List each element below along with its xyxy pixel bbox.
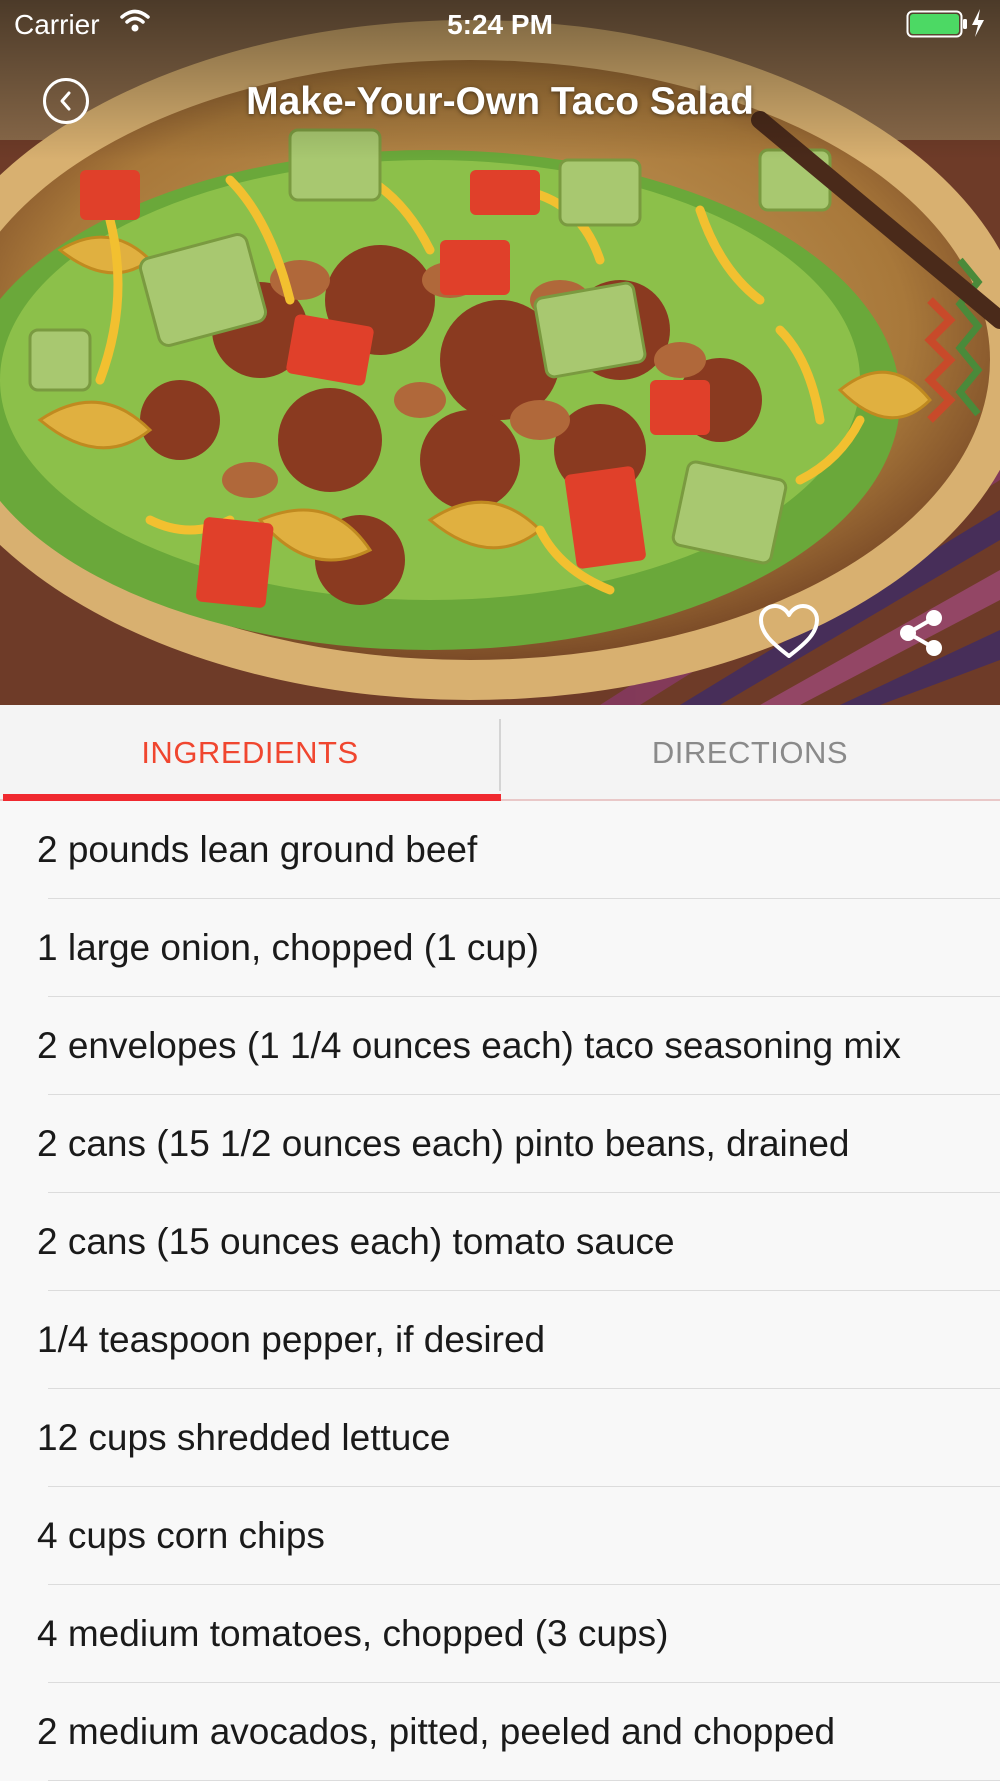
list-item: 2 pounds lean ground beef [0, 801, 1000, 899]
charging-bolt-icon [970, 8, 986, 45]
chevron-left-icon [60, 91, 71, 111]
list-item: 4 cups corn chips [0, 1487, 1000, 1585]
share-icon [900, 610, 942, 656]
heart-outline-icon [759, 604, 819, 658]
list-item: 4 medium tomatoes, chopped (3 cups) [0, 1585, 1000, 1683]
list-item: 1 large onion, chopped (1 cup) [0, 899, 1000, 997]
list-item: 2 envelopes (1 1/4 ounces each) taco sea… [0, 997, 1000, 1095]
tab-ingredients[interactable]: INGREDIENTS [0, 705, 500, 801]
list-item: 2 cans (15 ounces each) tomato sauce [0, 1193, 1000, 1291]
list-item: 2 cans (15 1/2 ounces each) pinto beans,… [0, 1095, 1000, 1193]
ingredient-list: 2 pounds lean ground beef 1 large onion,… [0, 801, 1000, 1781]
page-title: Make-Your-Own Taco Salad [246, 80, 754, 123]
status-time: 5:24 PM [447, 9, 553, 40]
list-item: 12 cups shredded lettuce [0, 1389, 1000, 1487]
recipe-tabs: INGREDIENTS DIRECTIONS [0, 705, 1000, 801]
tab-directions[interactable]: DIRECTIONS [500, 705, 1000, 801]
share-button[interactable] [896, 608, 946, 658]
status-bar: Carrier 5:24 PM [0, 0, 1000, 50]
favorite-button[interactable] [758, 603, 820, 661]
list-item: 1/4 teaspoon pepper, if desired [0, 1291, 1000, 1389]
selected-tab-indicator [3, 794, 501, 801]
back-button[interactable] [43, 78, 89, 124]
list-item: 2 medium avocados, pitted, peeled and ch… [0, 1683, 1000, 1781]
battery-icon [906, 10, 968, 45]
